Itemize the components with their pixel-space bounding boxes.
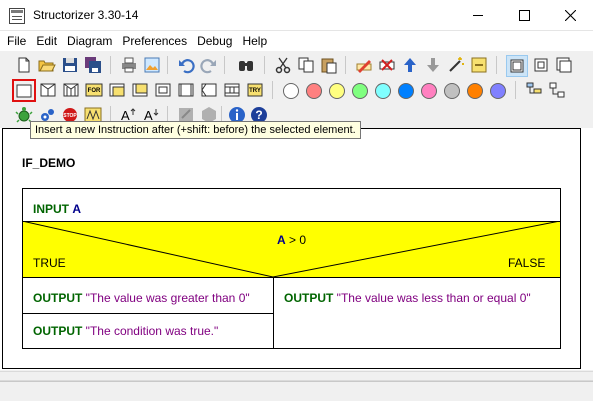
find-icon[interactable] xyxy=(236,55,256,75)
move-down-icon[interactable] xyxy=(423,55,443,75)
toolbar-area: FOR TRY STOP A A ? xyxy=(0,51,593,128)
save-icon[interactable] xyxy=(60,55,80,75)
add-alternative-icon[interactable] xyxy=(38,80,58,100)
redo-icon[interactable] xyxy=(199,55,219,75)
transmute-icon[interactable] xyxy=(446,55,466,75)
color-orange[interactable] xyxy=(467,83,483,99)
color-blue[interactable] xyxy=(398,83,414,99)
color-purple[interactable] xyxy=(490,83,506,99)
tooltip: Insert a new Instruction after (+shift: … xyxy=(30,121,361,139)
move-up-icon[interactable] xyxy=(400,55,420,75)
view-copy-icon[interactable] xyxy=(531,55,551,75)
alternative-condition[interactable] xyxy=(22,221,561,278)
new-file-icon[interactable] xyxy=(14,55,34,75)
color-cyan[interactable] xyxy=(375,83,391,99)
output-statement: OUTPUT "The condition was true." xyxy=(33,324,218,338)
maximize-button[interactable] xyxy=(501,0,547,31)
input-keyword: INPUT xyxy=(33,202,69,216)
horizontal-scrollbar[interactable] xyxy=(0,371,593,381)
delete-element-icon[interactable] xyxy=(377,55,397,75)
color-gray[interactable] xyxy=(444,83,460,99)
close-button[interactable] xyxy=(547,0,593,31)
add-endless-loop-icon[interactable] xyxy=(153,80,173,100)
edit-element-icon[interactable] xyxy=(354,55,374,75)
copy-icon[interactable] xyxy=(296,55,316,75)
toolbar-separator xyxy=(272,81,273,99)
toolbar-separator xyxy=(264,56,265,74)
add-for-loop-icon[interactable]: FOR xyxy=(84,80,104,100)
add-parallel-icon[interactable] xyxy=(222,80,242,100)
menu-bar: File Edit Diagram Preferences Debug Help xyxy=(0,31,593,51)
output-string: "The value was less than or equal 0" xyxy=(333,291,531,305)
toolbar-separator xyxy=(496,56,497,74)
svg-text:?: ? xyxy=(255,108,262,122)
add-try-icon[interactable]: TRY xyxy=(245,80,265,100)
title-bar: Structorizer 3.30-14 xyxy=(0,0,593,31)
view-normal-icon[interactable] xyxy=(506,55,528,77)
undo-icon[interactable] xyxy=(176,55,196,75)
add-call-icon[interactable] xyxy=(176,80,196,100)
output-keyword: OUTPUT xyxy=(284,291,334,305)
menu-preferences[interactable]: Preferences xyxy=(117,34,192,48)
output-statement: OUTPUT "The value was greater than 0" xyxy=(33,291,250,305)
minimize-button[interactable] xyxy=(455,0,501,31)
svg-text:STOP: STOP xyxy=(63,113,77,119)
svg-text:FOR: FOR xyxy=(88,88,101,94)
arrange-tree-icon[interactable] xyxy=(547,80,567,100)
alternative-diagonals xyxy=(22,221,561,278)
input-variable: A xyxy=(72,202,82,216)
menu-diagram[interactable]: Diagram xyxy=(62,34,117,48)
true-label: TRUE xyxy=(33,256,66,270)
export-picture-icon[interactable] xyxy=(142,55,162,75)
menu-debug[interactable]: Debug xyxy=(192,34,237,48)
toolbar-separator xyxy=(110,56,111,74)
print-icon[interactable] xyxy=(119,55,139,75)
output-statement: OUTPUT "The value was less than or equal… xyxy=(284,291,531,305)
condition-operator: > 0 xyxy=(285,233,307,247)
toolbar-separator xyxy=(515,81,516,99)
condition-variable: A xyxy=(277,233,286,247)
condition-text: A > 0 xyxy=(277,233,306,247)
toolbar-separator xyxy=(224,56,225,74)
save-all-icon[interactable] xyxy=(83,55,103,75)
cut-icon[interactable] xyxy=(273,55,293,75)
input-instruction[interactable] xyxy=(22,188,561,222)
color-white[interactable] xyxy=(283,83,299,99)
disable-element-icon[interactable] xyxy=(469,55,489,75)
output-keyword: OUTPUT xyxy=(33,324,83,338)
output-string: "The value was greater than 0" xyxy=(82,291,250,305)
add-while-loop-icon[interactable] xyxy=(107,80,127,100)
open-folder-icon[interactable] xyxy=(37,55,57,75)
add-repeat-loop-icon[interactable] xyxy=(130,80,150,100)
arrange-icon[interactable] xyxy=(524,80,544,100)
output-string: "The condition was true." xyxy=(82,324,219,338)
false-label: FALSE xyxy=(508,256,546,270)
output-instruction[interactable] xyxy=(273,277,561,349)
add-jump-icon[interactable] xyxy=(199,80,219,100)
toolbar-separator xyxy=(167,56,168,74)
color-yellow[interactable] xyxy=(329,83,345,99)
menu-edit[interactable]: Edit xyxy=(31,34,62,48)
app-icon xyxy=(9,8,25,24)
toolbar-separator xyxy=(345,56,346,74)
output-keyword: OUTPUT xyxy=(33,291,83,305)
svg-text:TRY: TRY xyxy=(249,88,261,94)
color-green[interactable] xyxy=(352,83,368,99)
menu-help[interactable]: Help xyxy=(237,34,272,48)
input-statement: INPUT A xyxy=(33,202,81,216)
view-stack-icon[interactable] xyxy=(554,55,574,75)
add-instruction-icon[interactable] xyxy=(12,79,36,102)
close-icon xyxy=(564,10,576,21)
add-case-icon[interactable] xyxy=(61,80,81,100)
color-red[interactable] xyxy=(306,83,322,99)
color-pink[interactable] xyxy=(421,83,437,99)
window-title: Structorizer 3.30-14 xyxy=(33,8,139,22)
diagram-name[interactable]: IF_DEMO xyxy=(22,156,75,170)
status-bar xyxy=(0,381,593,401)
menu-file[interactable]: File xyxy=(2,34,31,48)
paste-icon[interactable] xyxy=(319,55,339,75)
